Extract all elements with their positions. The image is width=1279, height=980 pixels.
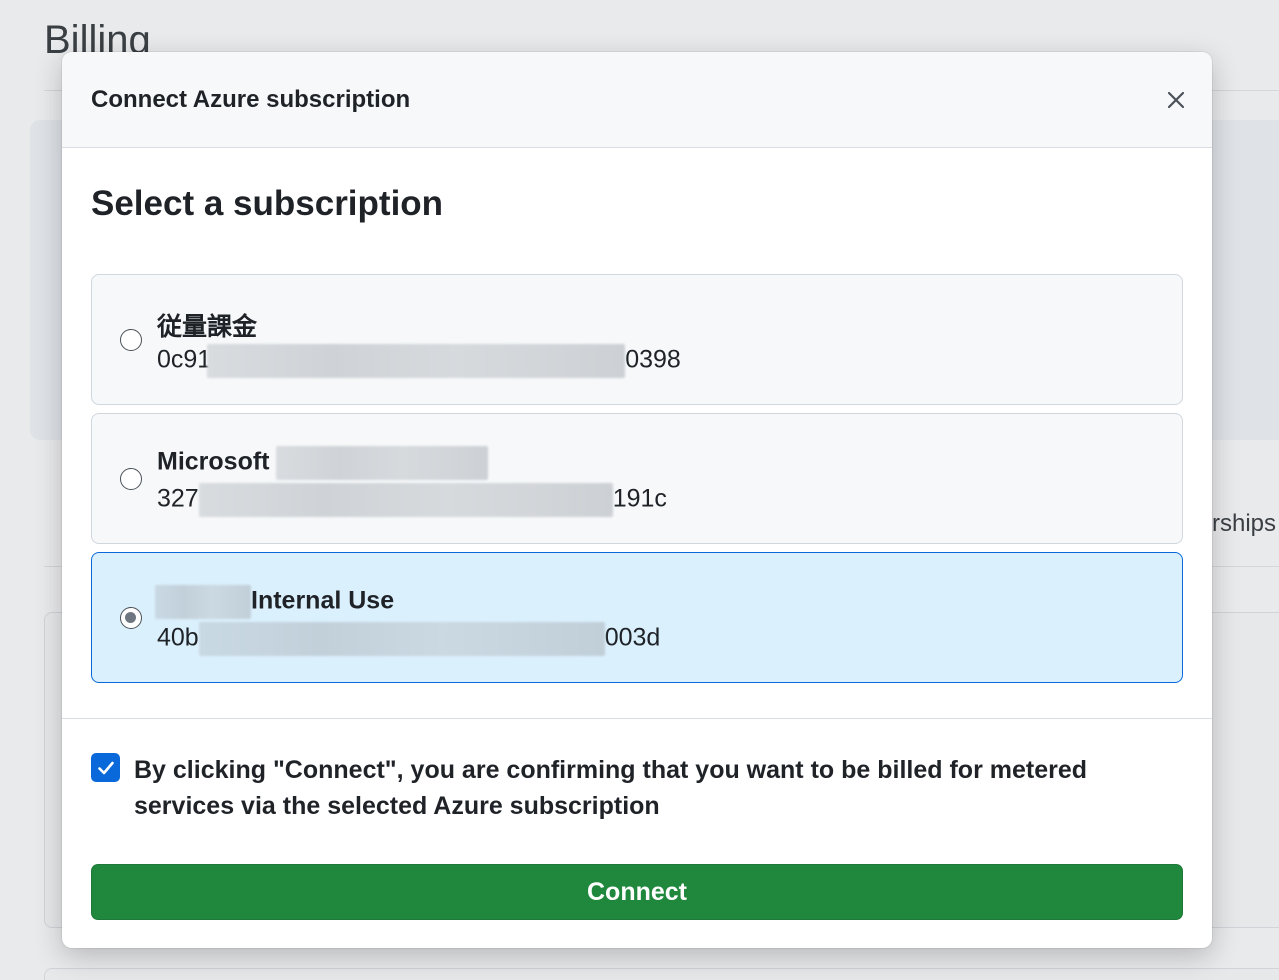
subscription-radio-checked[interactable]: [120, 607, 142, 629]
subscription-option-selected[interactable]: Internal Use 40b 003d: [91, 552, 1183, 683]
subscription-name-text: Internal Use: [251, 586, 395, 615]
connect-button[interactable]: Connect: [91, 864, 1183, 920]
redacted-block: [155, 585, 251, 619]
subscription-id: 40b 003d: [157, 622, 660, 656]
subscription-id-prefix: 40b: [157, 623, 199, 652]
connect-azure-dialog: Connect Azure subscription Select a subs…: [62, 52, 1212, 948]
redacted-block: [198, 483, 613, 517]
close-icon: [1167, 91, 1185, 109]
confirm-checkbox[interactable]: [91, 753, 120, 782]
subscription-name: 従量課金: [157, 313, 258, 341]
subscription-option[interactable]: 従量課金 0c91 0398: [91, 274, 1183, 405]
subscription-name: Microsoft: [157, 446, 488, 480]
subscription-id: 327 191c: [157, 483, 667, 517]
divider: [62, 718, 1212, 719]
redacted-block: [198, 622, 605, 656]
subscription-name: Internal Use: [155, 585, 394, 619]
dialog-title: Connect Azure subscription: [91, 86, 411, 113]
subscription-name-text: Microsoft: [157, 447, 270, 476]
confirm-text: By clicking "Connect", you are confirmin…: [134, 756, 1088, 820]
background-card: [44, 968, 1279, 980]
subscription-id-prefix: 0c91: [157, 345, 212, 374]
background-tab-label: rships: [1212, 510, 1277, 537]
dialog-header: Connect Azure subscription: [62, 52, 1212, 148]
close-button[interactable]: [1158, 82, 1194, 118]
redacted-block: [207, 344, 626, 378]
confirm-row: By clicking "Connect", you are confirmin…: [91, 752, 1151, 824]
subscription-id-prefix: 327: [157, 484, 199, 513]
subscription-radio[interactable]: [120, 468, 142, 490]
subscription-list: 従量課金 0c91 0398 Microsoft 327 191c Internal…: [91, 274, 1183, 691]
subscription-id: 0c91 0398: [157, 344, 681, 378]
section-title: Select a subscription: [91, 184, 444, 223]
redacted-block: [275, 446, 488, 480]
subscription-id-suffix: 191c: [612, 484, 667, 513]
checkmark-icon: [97, 761, 114, 774]
subscription-radio[interactable]: [120, 329, 142, 351]
subscription-option[interactable]: Microsoft 327 191c: [91, 413, 1183, 544]
subscription-id-suffix: 003d: [604, 623, 661, 652]
subscription-id-suffix: 0398: [625, 345, 681, 374]
